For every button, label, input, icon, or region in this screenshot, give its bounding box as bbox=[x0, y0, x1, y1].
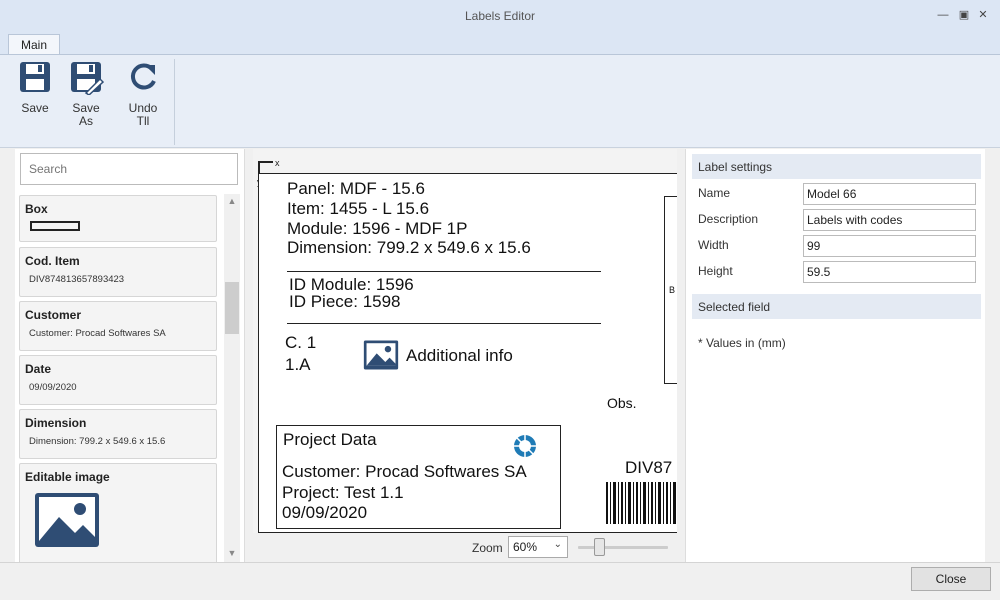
units-note: * Values in (mm) bbox=[698, 336, 786, 350]
label-canvas[interactable]: x y Panel: MDF - 15.6 Item: 1455 - L 15.… bbox=[253, 149, 677, 533]
c1-text[interactable]: C. 1 bbox=[285, 333, 316, 353]
field-item-customer[interactable]: Customer Customer: Procad Softwares SA bbox=[19, 301, 217, 351]
fields-panel: Box Cod. Item DIV874813657893423 Custome… bbox=[15, 149, 245, 562]
field-name: Cod. Item bbox=[25, 254, 80, 268]
save-label: Save bbox=[21, 101, 49, 115]
field-item-cod-item[interactable]: Cod. Item DIV874813657893423 bbox=[19, 247, 217, 297]
close-window-icon[interactable]: ✕ bbox=[976, 8, 990, 22]
field-name: Customer bbox=[25, 308, 82, 322]
field-name: Box bbox=[25, 202, 48, 216]
footer-bar: Close bbox=[0, 562, 1000, 600]
zoom-value: 60% bbox=[513, 540, 538, 554]
divider-line[interactable] bbox=[287, 323, 601, 324]
field-name: Dimension bbox=[25, 416, 87, 430]
scroll-down-icon[interactable]: ▼ bbox=[224, 546, 240, 560]
undo-icon bbox=[130, 63, 156, 90]
zoom-slider-thumb[interactable] bbox=[594, 538, 605, 556]
project-name: Project: Test 1.1 bbox=[282, 483, 404, 502]
name-field[interactable] bbox=[803, 183, 976, 205]
id-piece-text[interactable]: ID Piece: 1598 bbox=[289, 292, 401, 312]
undo-count: Tll bbox=[136, 114, 150, 128]
company-logo-icon bbox=[514, 435, 536, 457]
divider-line[interactable] bbox=[287, 271, 601, 272]
image-icon bbox=[35, 493, 99, 547]
additional-info-text[interactable]: Additional info bbox=[406, 346, 513, 366]
additional-info-image-icon[interactable] bbox=[363, 340, 399, 370]
zoom-select[interactable]: 60% ⌄ bbox=[508, 536, 568, 558]
save-as-label: Save As bbox=[72, 101, 100, 128]
field-value: 09/09/2020 bbox=[29, 382, 77, 393]
description-field[interactable] bbox=[803, 209, 976, 231]
undo-button[interactable]: Undo Tll bbox=[121, 59, 165, 128]
bracket-letter: B bbox=[669, 285, 676, 295]
field-value: Dimension: 799.2 x 549.6 x 15.6 bbox=[29, 436, 166, 447]
height-label: Height bbox=[698, 264, 733, 278]
width-field[interactable] bbox=[803, 235, 976, 257]
close-button[interactable]: Close bbox=[911, 567, 991, 591]
save-button[interactable]: Save bbox=[13, 59, 57, 115]
field-value: Customer: Procad Softwares SA bbox=[29, 328, 166, 339]
dimension-text[interactable]: Dimension: 799.2 x 549.6 x 15.6 bbox=[287, 238, 531, 258]
field-item-dimension[interactable]: Dimension Dimension: 799.2 x 549.6 x 15.… bbox=[19, 409, 217, 459]
project-data-box[interactable]: Project Data Customer: Procad Softwares … bbox=[276, 425, 561, 529]
width-label: Width bbox=[698, 238, 729, 252]
properties-panel: Label settings Name Description Width He… bbox=[685, 149, 985, 562]
tab-main[interactable]: Main bbox=[8, 34, 60, 56]
axis-x-label: x bbox=[275, 158, 280, 168]
label-paper[interactable]: Panel: MDF - 15.6 Item: 1455 - L 15.6 Mo… bbox=[258, 173, 677, 533]
description-label: Description bbox=[698, 212, 759, 226]
selected-field-header: Selected field bbox=[692, 294, 981, 319]
scroll-up-icon[interactable]: ▲ bbox=[224, 194, 240, 208]
minimize-icon[interactable]: — bbox=[936, 8, 950, 22]
one-a-text[interactable]: 1.A bbox=[285, 355, 311, 375]
ribbon-group-separator bbox=[174, 59, 175, 145]
field-name: Editable image bbox=[25, 470, 110, 484]
item-text[interactable]: Item: 1455 - L 15.6 bbox=[287, 199, 429, 219]
box-preview-icon bbox=[30, 221, 80, 231]
title-bar: Labels Editor — ▣ ✕ bbox=[0, 0, 1000, 31]
chevron-down-icon: ⌄ bbox=[553, 539, 562, 550]
barcode-text[interactable]: DIV87 bbox=[625, 458, 672, 478]
window-title: Labels Editor bbox=[464, 9, 536, 23]
fields-scrollbar[interactable]: ▲ ▼ bbox=[224, 194, 240, 562]
name-label: Name bbox=[698, 186, 731, 200]
module-text[interactable]: Module: 1596 - MDF 1P bbox=[287, 219, 467, 239]
project-title: Project Data bbox=[283, 430, 377, 449]
save-as-button[interactable]: Save As bbox=[64, 59, 108, 128]
height-field[interactable] bbox=[803, 261, 976, 283]
scrollbar-thumb[interactable] bbox=[225, 282, 239, 334]
project-date: 09/09/2020 bbox=[282, 503, 368, 522]
maximize-icon[interactable]: ▣ bbox=[957, 8, 971, 22]
label-settings-header: Label settings bbox=[692, 154, 981, 179]
ribbon: Save Save As Undo Tll bbox=[0, 54, 1000, 148]
save-as-icon bbox=[71, 62, 105, 96]
save-icon bbox=[20, 62, 50, 92]
field-item-date[interactable]: Date 09/09/2020 bbox=[19, 355, 217, 405]
field-name: Date bbox=[25, 362, 52, 376]
ribbon-tab-strip: Main bbox=[0, 31, 1000, 56]
zoom-label: Zoom bbox=[472, 541, 503, 555]
field-item-box[interactable]: Box bbox=[19, 195, 217, 242]
project-customer: Customer: Procad Softwares SA bbox=[282, 462, 527, 481]
zoom-slider-track[interactable] bbox=[578, 546, 668, 549]
panel-text[interactable]: Panel: MDF - 15.6 bbox=[287, 179, 425, 199]
field-value: DIV874813657893423 bbox=[29, 274, 125, 285]
search-input[interactable] bbox=[20, 153, 238, 185]
obs-text[interactable]: Obs. bbox=[607, 395, 637, 411]
barcode-icon[interactable] bbox=[606, 482, 677, 524]
field-item-editable-image[interactable]: Editable image bbox=[19, 463, 217, 562]
